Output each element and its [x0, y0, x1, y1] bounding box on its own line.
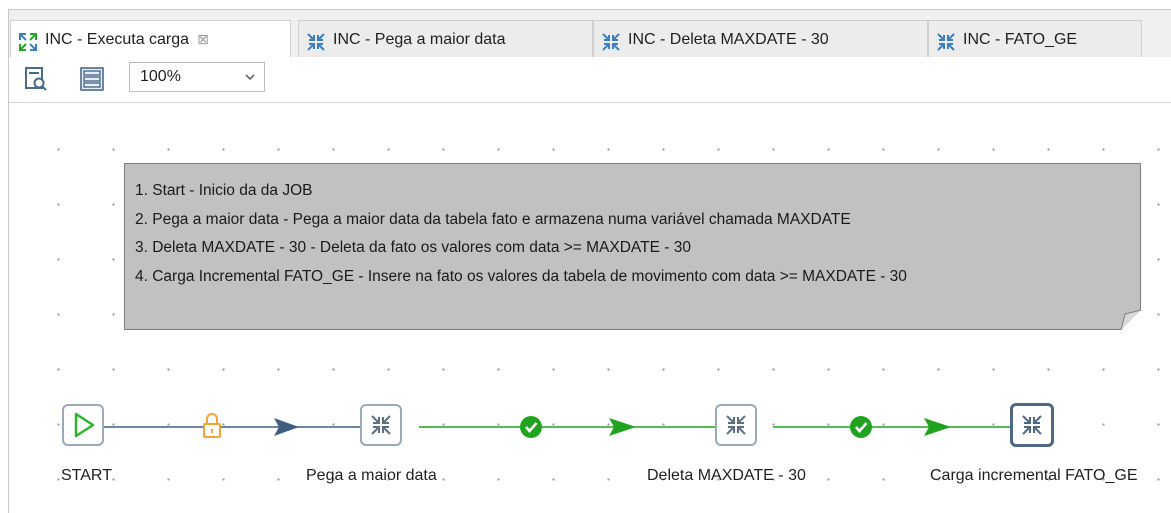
check-icon[interactable]	[850, 416, 872, 438]
step-label: Deleta MAXDATE - 30	[647, 467, 806, 484]
hop-start-to-pega[interactable]	[101, 418, 360, 436]
step-carga-incremental-fato-ge[interactable]	[1010, 403, 1054, 447]
step-label: START	[61, 467, 112, 484]
hop-deleta-to-carga[interactable]	[773, 418, 1011, 436]
hops-layer	[101, 413, 1011, 438]
step-label: Carga incremental FATO_GE	[930, 467, 1138, 484]
lock-icon[interactable]	[203, 413, 221, 438]
step-start[interactable]	[62, 404, 104, 446]
step-deleta-maxdate-30[interactable]	[715, 404, 757, 446]
transformation-icon	[371, 415, 391, 435]
transformation-icon	[1022, 415, 1042, 435]
step-label: Pega a maior data	[306, 467, 437, 484]
hop-pega-to-deleta[interactable]	[419, 418, 715, 436]
job-flow: START Pega a maior data Deleta MAXDATE -…	[0, 0, 1171, 513]
step-pega-a-maior-data[interactable]	[360, 404, 402, 446]
start-icon	[74, 412, 95, 438]
check-icon[interactable]	[520, 416, 542, 438]
transformation-icon	[726, 415, 746, 435]
